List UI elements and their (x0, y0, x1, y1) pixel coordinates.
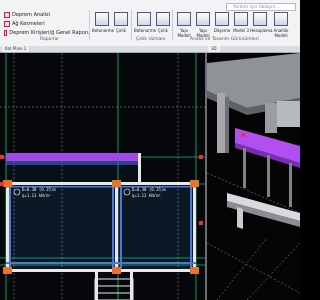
wall-3d (277, 101, 300, 127)
beam-edge (6, 161, 138, 165)
structure-model-button[interactable]: Yapı Modeli (174, 12, 194, 38)
column-3d (225, 97, 229, 153)
concrete-beam-icon (137, 12, 151, 26)
analytic-model-button[interactable]: Analitik Modeli (271, 12, 291, 38)
svg-text:q=1.13 kN/m²: q=1.13 kN/m² (22, 193, 51, 198)
section-icon (4, 20, 10, 27)
group-label-reports: Raporlar (40, 37, 60, 42)
earthquake-analysis-item[interactable]: Deprem Analizi (4, 10, 90, 19)
svg-text:D=0.30 (0.35)m: D=0.30 (0.35)m (22, 187, 56, 192)
tab-plan[interactable]: Kat Planı 1 (2, 46, 30, 52)
plan-drawing: D=0.30 (0.35)m q=1.13 kN/m² D=0.30 (0.35… (0, 53, 205, 300)
column-3d (237, 207, 243, 229)
structure-model-2-button[interactable]: Yapı Modeli (193, 12, 213, 38)
svg-text:D=0.30 (0.35)m: D=0.30 (0.35)m (132, 187, 166, 192)
slab-icon (215, 12, 229, 26)
ribbon-separator (89, 10, 90, 40)
concrete-button[interactable]: Betonarme (92, 12, 114, 33)
calculation-button[interactable]: Hesaplama (250, 12, 272, 33)
view-tabs: Kat Planı 1 3D (0, 46, 300, 53)
structure-model-2-icon (196, 12, 210, 26)
tab-3d[interactable]: 3D (208, 46, 220, 52)
ribbon-separator (131, 10, 132, 40)
stair-outline (94, 278, 134, 300)
column-3d (217, 93, 225, 153)
steel-beam-button[interactable]: Çelik (153, 12, 173, 33)
steel-button[interactable]: Çelik (111, 12, 131, 33)
svg-text:q=1.13 kN/m²: q=1.13 kN/m² (132, 193, 161, 198)
group-label-analysis: Analiz ve Tasarım Görünümleri (190, 37, 259, 42)
column-3d (267, 155, 270, 197)
wall-3d (265, 103, 277, 133)
general-report-item[interactable]: Deprem Kirişleri/ğ Genel Raporu (4, 28, 90, 37)
concrete-icon (95, 12, 109, 26)
analytic-model-icon (274, 12, 288, 26)
report-list: Deprem Analizi Ağ Kesmeleri Deprem Kiriş… (4, 10, 90, 37)
analysis-icon (4, 11, 10, 18)
help-search-input[interactable]: Yardım için tıklayın... (226, 3, 296, 11)
model-icon (234, 12, 248, 26)
3d-view[interactable] (207, 53, 300, 300)
3d-guide-lines (207, 172, 300, 300)
steel-beam-icon (156, 12, 170, 26)
plan-view[interactable]: D=0.30 (0.35)m q=1.13 kN/m² D=0.30 (0.35… (0, 53, 205, 300)
beam[interactable] (6, 153, 138, 161)
report-icon (4, 29, 8, 36)
ribbon-toolbar: Yardım için tıklayın... Deprem Analizi A… (0, 0, 300, 47)
concrete-beam-button[interactable]: Betonarme (134, 12, 156, 33)
slab-button[interactable]: Döşeme (212, 12, 232, 33)
net-sections-item[interactable]: Ağ Kesmeleri (4, 19, 90, 28)
group-label-steel: Çelik Uzmanı (136, 37, 166, 42)
model-button[interactable]: Model 3 (231, 12, 251, 33)
steel-icon (114, 12, 128, 26)
ribbon-separator (172, 10, 173, 40)
column-3d (289, 163, 292, 207)
column-3d (243, 148, 246, 188)
structure-model-icon (177, 12, 191, 26)
selection-marker (241, 133, 245, 137)
3d-model (207, 53, 300, 300)
calc-icon (253, 12, 267, 26)
